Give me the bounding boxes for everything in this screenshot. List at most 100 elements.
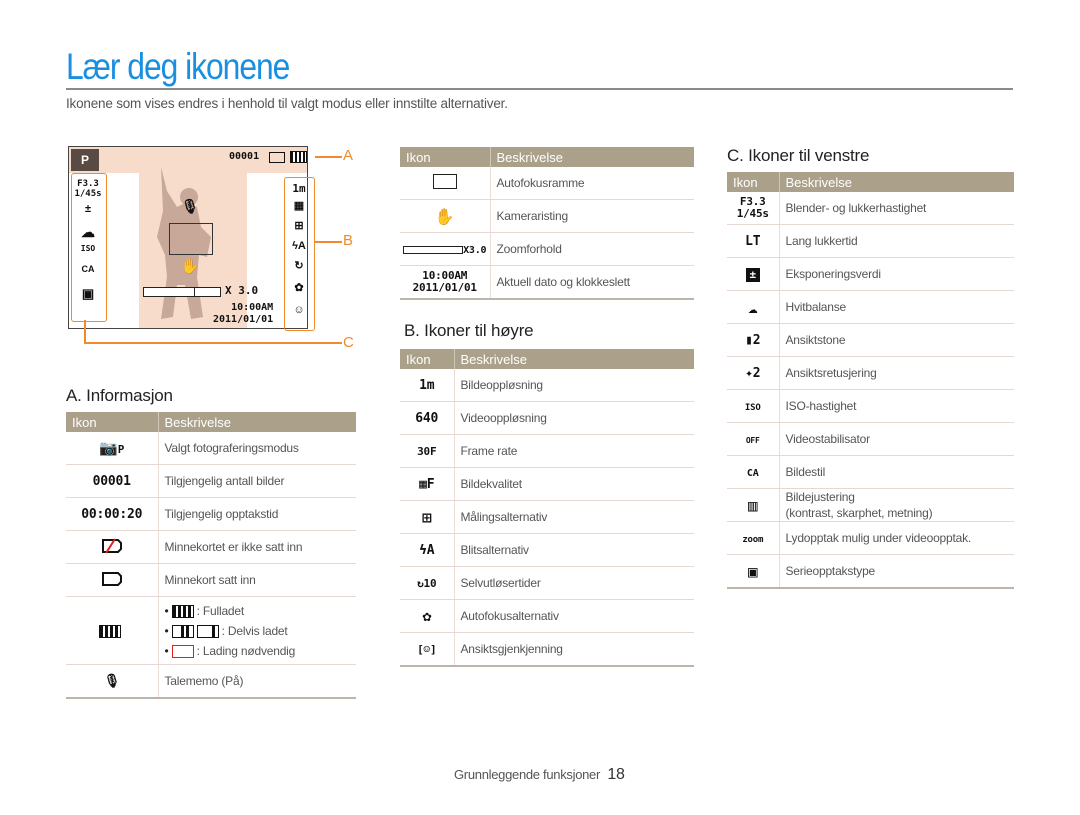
resolution-icon: 1m [292, 182, 306, 195]
long-shutter-icon: LT [727, 224, 780, 258]
table-row: 30F Frame rate [400, 434, 694, 468]
shot-count-icon: 00001 [66, 464, 159, 498]
frame-rate-icon: 30F [400, 434, 455, 468]
flash-icon: ϟA [400, 533, 455, 567]
date-time: 10:00AM 2011/01/01 [213, 302, 274, 325]
self-timer-icon: ↻ [294, 260, 304, 272]
battery-states: : Fulladet : Delvis ladet : Lading nødve… [165, 601, 351, 661]
table-row: 640 Videooppløsning [400, 401, 694, 435]
table-row: ✿ Autofokusalternativ [400, 599, 694, 633]
battery-empty: : Lading nødvendig [165, 641, 351, 661]
battery-low-icon [196, 624, 219, 638]
video-stabilizer-icon: OFF [727, 422, 780, 456]
title-divider [66, 88, 1013, 90]
iso-icon: ISO [727, 389, 780, 423]
af-frame-icon [400, 167, 491, 200]
table-row: ▦F Bildekvalitet [400, 467, 694, 501]
af-frame [169, 223, 213, 255]
memory-card-icon [269, 152, 285, 163]
header-icon: Ikon [66, 412, 158, 432]
image-quality-icon: ▦F [400, 467, 455, 501]
table-row: 📷P Valgt fotograferingsmodus [66, 432, 356, 465]
table-header: Ikon Beskrivelse [400, 349, 694, 369]
camera-shake-icon: ✋ [400, 199, 491, 233]
aperture-shutter-readout: F3.3 1/45s [74, 179, 102, 199]
table-header: Ikon Beskrivelse [66, 412, 356, 432]
zoom-sound-icon: zoom [727, 521, 780, 555]
table-row: 10:00AM 2011/01/01 Aktuell dato og klokk… [400, 265, 694, 300]
page-number: 18 [607, 766, 625, 783]
image-adjust-icon: ▥ [727, 488, 780, 522]
iso-icon: ISO [80, 244, 96, 253]
table-row: F3.3 1/45s Blender- og lukkerhastighet [727, 192, 1014, 225]
callout-c: C [343, 334, 354, 351]
callout-line-a [315, 156, 342, 158]
table-row: ISO ISO-hastighet [727, 389, 1014, 423]
section-c-heading: C. Ikoner til venstre [727, 146, 870, 165]
photo-resolution-icon: 1m [400, 369, 455, 402]
page-title: Lær deg ikonene [66, 46, 290, 87]
voice-memo-icon: 🎙 [181, 198, 199, 214]
white-balance-icon: ☁ [727, 290, 780, 324]
voice-memo-icon: 🎙 [66, 664, 159, 699]
camera-display-illustration: P 00001 F3.3 1/45s ± ☁ ISO CA ▣ 1m ▦ ⊞ ϟA… [68, 146, 315, 331]
face-detect-icon: ☺ [293, 304, 305, 316]
photo-style-icon: CA [727, 455, 780, 489]
af-option-icon: ✿ [294, 282, 304, 294]
metering-icon: ⊞ [294, 220, 304, 232]
table-row: X3.0 Zoomforhold [400, 232, 694, 266]
header-description: Beskrivelse [157, 412, 356, 432]
section-a-heading: A. Informasjon [66, 386, 173, 405]
battery-empty-icon [171, 644, 194, 658]
table-row: ✋ Kameraristing [400, 199, 694, 233]
flash-icon: ϟA [292, 240, 306, 252]
footer-section: Grunnleggende funksjoner [454, 767, 601, 782]
record-time-icon: 00:00:20 [66, 497, 159, 531]
table-row: 00:00:20 Tilgjengelig opptakstid [66, 497, 356, 531]
table-row: ☁ Hvitbalanse [727, 290, 1014, 324]
battery-full-icon [171, 604, 194, 618]
metering-icon: ⊞ [400, 500, 455, 534]
exposure-icon: ± [727, 257, 780, 291]
section-c-table: Ikon Beskrivelse F3.3 1/45s Blender- og lu… [727, 172, 1014, 589]
table-row: 00001 Tilgjengelig antall bilder [66, 464, 356, 498]
table-header: Ikon Beskrivelse [727, 172, 1014, 192]
table-header: Ikon Beskrivelse [400, 147, 694, 167]
section-b-table: Ikon Beskrivelse 1m Bildeoppløsning 640 Vi… [400, 349, 694, 667]
white-balance-icon: ☁ [81, 224, 95, 240]
zoom-value: X 3.0 [225, 284, 259, 297]
camera-mode-icon: 📷P [66, 432, 159, 465]
mode-icon: P [71, 149, 99, 171]
shot-count: 00001 [229, 151, 260, 162]
photo-style-icon: CA [81, 264, 95, 274]
self-timer-icon: ↻10 [400, 566, 455, 600]
table-row: Autofokusramme [400, 167, 694, 200]
battery-partial: : Delvis ladet [165, 621, 351, 641]
table-row: ▣ Serieopptakstype [727, 554, 1014, 589]
quality-icon: ▦ [293, 200, 305, 212]
table-row: Minnekort satt inn [66, 563, 356, 597]
table-row: 1m Bildeoppløsning [400, 369, 694, 402]
intro-text: Ikonene som vises endres i henhold til v… [66, 96, 508, 111]
page-footer: Grunnleggende funksjoner 18 [454, 766, 625, 784]
zoom-bar [143, 287, 221, 297]
camera-shake-icon: ✋ [180, 258, 200, 275]
battery-half-icon [171, 624, 194, 638]
table-row: ⊞ Målingsalternativ [400, 500, 694, 534]
battery-icon [290, 151, 307, 163]
af-option-icon: ✿ [400, 599, 455, 633]
burst-mode-icon: ▣ [727, 554, 780, 589]
face-detect-icon: [☺] [400, 632, 455, 667]
face-tone-icon: ▮2 [727, 323, 780, 357]
callout-line-b [315, 241, 342, 243]
table-row: Minnekortet er ikke satt inn [66, 530, 356, 564]
table-row: CA Bildestil [727, 455, 1014, 489]
exposure-icon: ± [84, 203, 92, 215]
battery-full: : Fulladet [165, 601, 351, 621]
face-retouch-icon: ✦2 [727, 356, 780, 390]
burst-icon: ▣ [81, 286, 95, 301]
table-row: OFF Videostabilisator [727, 422, 1014, 456]
section-b-heading: B. Ikoner til høyre [404, 321, 534, 340]
callout-a: A [343, 147, 354, 164]
card-icon [66, 563, 159, 597]
